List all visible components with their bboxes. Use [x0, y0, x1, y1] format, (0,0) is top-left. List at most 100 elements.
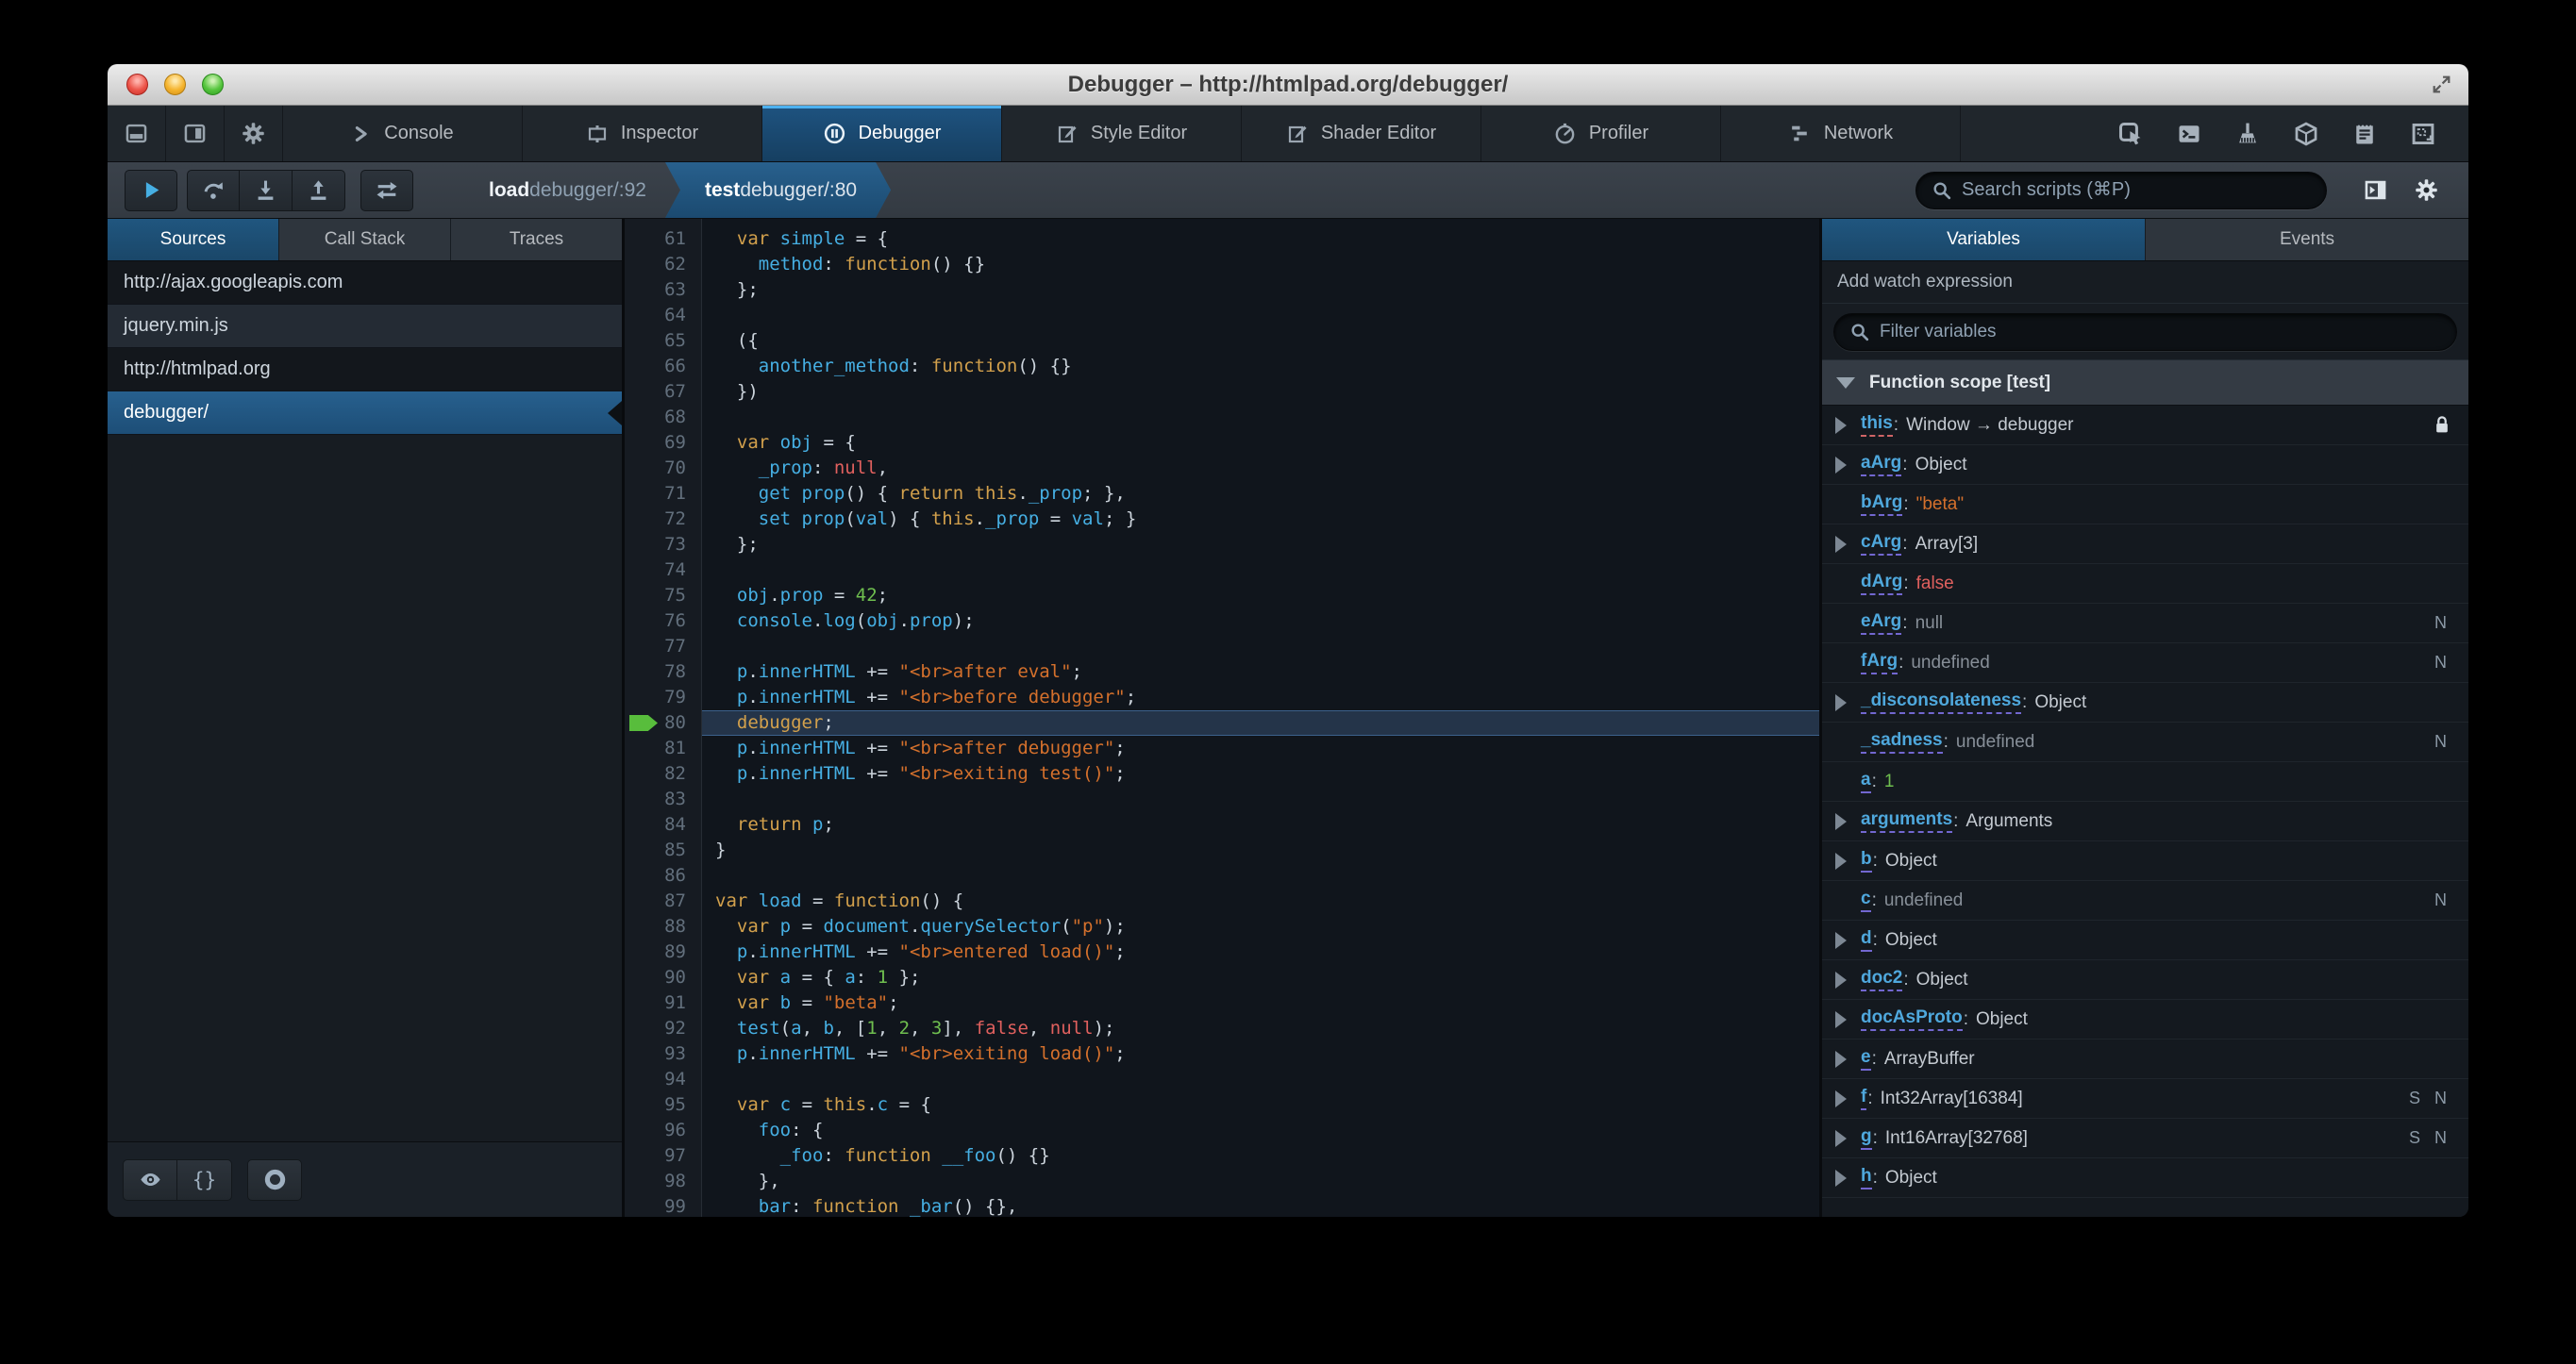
- expand-panes-button[interactable]: [2350, 170, 2400, 211]
- code-line[interactable]: }): [702, 379, 1819, 405]
- tab-style-editor[interactable]: Style Editor: [1002, 106, 1242, 161]
- code-line[interactable]: p.innerHTML += "<br>before debugger";: [702, 685, 1819, 710]
- code-line[interactable]: return p;: [702, 812, 1819, 838]
- code-line[interactable]: another_method: function() {}: [702, 354, 1819, 379]
- line-number[interactable]: 72: [625, 507, 701, 532]
- element-picker-button[interactable]: [2106, 113, 2155, 155]
- code-line[interactable]: ({: [702, 328, 1819, 354]
- line-number[interactable]: 65: [625, 328, 701, 354]
- code-line[interactable]: [702, 787, 1819, 812]
- code-line[interactable]: },: [702, 1169, 1819, 1194]
- chevron-right-icon[interactable]: [1835, 1169, 1847, 1187]
- chevron-right-icon[interactable]: [1835, 693, 1847, 711]
- code-line[interactable]: test(a, b, [1, 2, 3], false, null);: [702, 1016, 1819, 1041]
- code-line[interactable]: var a = { a: 1 };: [702, 965, 1819, 990]
- variable-row-barg[interactable]: bArg: "beta": [1822, 485, 2468, 524]
- line-number[interactable]: 70: [625, 456, 701, 481]
- minimize-button[interactable]: [164, 74, 186, 95]
- line-number[interactable]: 97: [625, 1143, 701, 1169]
- zoom-button[interactable]: [202, 74, 224, 95]
- chevron-right-icon[interactable]: [1835, 931, 1847, 949]
- titlebar[interactable]: Debugger – http://htmlpad.org/debugger/: [108, 64, 2468, 106]
- chevron-right-icon[interactable]: [1835, 456, 1847, 474]
- line-number[interactable]: 89: [625, 940, 701, 965]
- blackbox-eye-button[interactable]: [123, 1158, 177, 1201]
- variable-row-b[interactable]: b: Object: [1822, 841, 2468, 881]
- breadcrumb-test[interactable]: test debugger/:80: [665, 162, 891, 218]
- code-line[interactable]: _prop: null,: [702, 456, 1819, 481]
- variable-row-this[interactable]: this: Window → debugger: [1822, 406, 2468, 445]
- line-number[interactable]: 83: [625, 787, 701, 812]
- code-line[interactable]: };: [702, 277, 1819, 303]
- code-line[interactable]: _foo: function __foo() {}: [702, 1143, 1819, 1169]
- variable-row-aarg[interactable]: aArg: Object: [1822, 445, 2468, 485]
- variable-row-earg[interactable]: eArg: null N: [1822, 604, 2468, 643]
- tab-console[interactable]: Console: [283, 106, 523, 161]
- variable-row-docasproto[interactable]: docAsProto: Object: [1822, 1000, 2468, 1040]
- step-in-button[interactable]: [240, 169, 293, 211]
- chevron-right-icon[interactable]: [1835, 1090, 1847, 1107]
- chevron-right-icon[interactable]: [1835, 416, 1847, 434]
- pause-on-exceptions-button[interactable]: [247, 1158, 302, 1201]
- code-line[interactable]: console.log(obj.prop);: [702, 608, 1819, 634]
- chevron-right-icon[interactable]: [1835, 535, 1847, 553]
- line-number-gutter[interactable]: 61 62 63 64 65 66 67 68 69 70 71 72 73 74 75 76 77 78 79 80…: [625, 219, 702, 1217]
- code-line[interactable]: [702, 303, 1819, 328]
- variable-row-d[interactable]: d: Object: [1822, 921, 2468, 960]
- code-line[interactable]: var obj = {: [702, 430, 1819, 456]
- code-line[interactable]: [702, 557, 1819, 583]
- line-number[interactable]: 75: [625, 583, 701, 608]
- tab-sources[interactable]: Sources: [108, 219, 279, 260]
- tab-shader-editor[interactable]: Shader Editor: [1242, 106, 1481, 161]
- tab-profiler[interactable]: Profiler: [1481, 106, 1721, 161]
- code-line[interactable]: [702, 405, 1819, 430]
- line-number[interactable]: 86: [625, 863, 701, 889]
- code-line[interactable]: };: [702, 532, 1819, 557]
- code-line[interactable]: }: [702, 838, 1819, 863]
- code-line[interactable]: p.innerHTML += "<br>exiting test()";: [702, 761, 1819, 787]
- line-number[interactable]: 68: [625, 405, 701, 430]
- dock-side-button[interactable]: [166, 106, 225, 161]
- code-line[interactable]: [702, 634, 1819, 659]
- line-number[interactable]: 67: [625, 379, 701, 405]
- line-number[interactable]: 93: [625, 1041, 701, 1067]
- tab-call-stack[interactable]: Call Stack: [279, 219, 451, 260]
- code-line[interactable]: var p = document.querySelector("p");: [702, 914, 1819, 940]
- code-line[interactable]: [702, 863, 1819, 889]
- search-scripts-input[interactable]: [1962, 179, 2311, 201]
- line-number[interactable]: 96: [625, 1118, 701, 1143]
- code-line[interactable]: p.innerHTML += "<br>after eval";: [702, 659, 1819, 685]
- line-number[interactable]: 88: [625, 914, 701, 940]
- source-item-jquery-min-js[interactable]: jquery.min.js: [108, 305, 622, 348]
- line-number[interactable]: 62: [625, 252, 701, 277]
- step-out-button[interactable]: [293, 169, 345, 211]
- toolbox-options-button[interactable]: [225, 106, 283, 161]
- line-number[interactable]: 95: [625, 1092, 701, 1118]
- line-number[interactable]: 94: [625, 1067, 701, 1092]
- line-number[interactable]: 91: [625, 990, 701, 1016]
- line-number[interactable]: 99: [625, 1194, 701, 1217]
- line-number[interactable]: 61: [625, 226, 701, 252]
- resume-button[interactable]: [125, 169, 177, 211]
- code-line[interactable]: p.innerHTML += "<br>entered load()";: [702, 940, 1819, 965]
- code-line[interactable]: p.innerHTML += "<br>exiting load()";: [702, 1041, 1819, 1067]
- variable-row-farg[interactable]: fArg: undefined N: [1822, 643, 2468, 683]
- chevron-right-icon[interactable]: [1835, 971, 1847, 989]
- variable-row-darg[interactable]: dArg: false: [1822, 564, 2468, 604]
- tab-events[interactable]: Events: [2146, 219, 2468, 260]
- split-console-button[interactable]: [2165, 113, 2214, 155]
- variable-row-doc2[interactable]: doc2: Object: [1822, 960, 2468, 1000]
- line-number[interactable]: 77: [625, 634, 701, 659]
- line-number[interactable]: 74: [625, 557, 701, 583]
- scope-header[interactable]: Function scope [test]: [1822, 360, 2468, 406]
- tab-traces[interactable]: Traces: [451, 219, 622, 260]
- source-item-debugger-[interactable]: debugger/: [108, 391, 622, 435]
- paintbrush-button[interactable]: [2223, 113, 2272, 155]
- chevron-right-icon[interactable]: [1835, 1050, 1847, 1068]
- code-line[interactable]: p.innerHTML += "<br>after debugger";: [702, 736, 1819, 761]
- chevron-right-icon[interactable]: [1835, 1010, 1847, 1028]
- variable-row-arguments[interactable]: arguments: Arguments: [1822, 802, 2468, 841]
- code-line[interactable]: [702, 1067, 1819, 1092]
- chevron-right-icon[interactable]: [1835, 812, 1847, 830]
- add-watch-expression[interactable]: Add watch expression: [1822, 261, 2468, 304]
